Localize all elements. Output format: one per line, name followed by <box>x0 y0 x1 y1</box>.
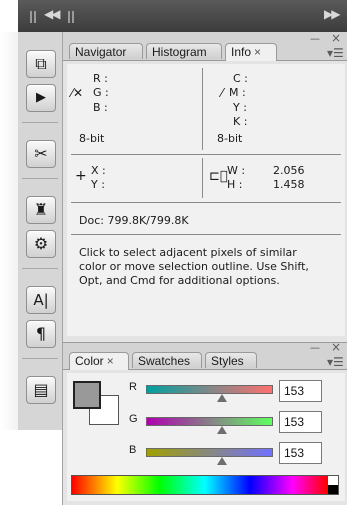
paragraph-button[interactable]: ¶ <box>26 320 56 348</box>
brushes-icon: ✂ <box>34 144 48 163</box>
tool-presets-icon: ⚙ <box>33 234 49 253</box>
info-panel-tabs: Navigator Histogram Info × –– × ▾☰ <box>63 31 347 61</box>
divider <box>71 234 341 235</box>
tab-label: Navigator <box>75 45 127 59</box>
g-label: G : <box>93 86 109 99</box>
tab-color[interactable]: Color × <box>69 352 129 370</box>
actions-play-icon: ▶ <box>36 90 46 105</box>
h-value: 1.458 <box>273 178 305 191</box>
channel-r-label: R <box>129 381 137 393</box>
y-coord-label: Y : <box>91 178 105 191</box>
divider <box>71 154 341 155</box>
g-slider-track[interactable] <box>146 417 273 426</box>
actions-button[interactable]: ▶ <box>26 84 56 112</box>
close-panel-icon[interactable]: × <box>331 340 341 354</box>
eyedropper-icon: ⁄✕ <box>71 86 84 100</box>
dock-edge <box>0 32 18 430</box>
notes-button[interactable]: ▤ <box>26 376 56 404</box>
r-slider-thumb[interactable] <box>217 394 228 402</box>
panel-menu-icon[interactable]: ▾☰ <box>327 355 344 369</box>
clone-source-button[interactable]: ♜ <box>26 196 56 224</box>
hint-line-2: color or move selection outline. Use Shi… <box>79 260 309 273</box>
selection-size-icon: ⊏⃞ <box>209 169 228 184</box>
tool-separator <box>22 268 58 269</box>
color-controls: R 153 G 153 B 153 <box>67 373 345 501</box>
r-value-input[interactable]: 153 <box>279 380 322 402</box>
character-button[interactable]: A| <box>26 286 56 314</box>
tab-label: Info <box>231 45 252 59</box>
foreground-color-swatch[interactable] <box>73 381 101 409</box>
brushes-button[interactable]: ✂ <box>26 140 56 168</box>
w-value: 2.056 <box>273 164 305 177</box>
doc-size: Doc: 799.8K/799.8K <box>79 214 189 227</box>
b-value-input[interactable]: 153 <box>279 442 322 464</box>
y-label: Y : <box>233 101 247 114</box>
cmyk-bit-depth: 8-bit <box>217 132 243 145</box>
tab-label: Color <box>75 354 104 368</box>
panel-icon-strip: ⧉ ▶ ✂ ♜ ⚙ A| ¶ ▤ <box>18 32 63 430</box>
rgb-bit-depth: 8-bit <box>79 132 105 145</box>
black-swatch[interactable] <box>328 485 338 494</box>
tab-label: Histogram <box>152 45 207 59</box>
c-label: C : <box>233 72 248 85</box>
channel-g-label: G <box>129 413 138 425</box>
layer-comps-button[interactable]: ⧉ <box>26 50 56 78</box>
g-value-input[interactable]: 153 <box>279 411 322 433</box>
tool-separator <box>22 358 58 359</box>
b-label: B : <box>93 101 108 114</box>
tool-separator <box>22 122 58 123</box>
expand-dock-icon[interactable]: ▶▶ <box>324 7 341 21</box>
divider <box>71 202 341 203</box>
b-slider-track[interactable] <box>146 448 273 457</box>
tab-label: Swatches <box>138 354 191 368</box>
h-label: H : <box>227 178 243 191</box>
crosshair-icon: + <box>75 168 87 184</box>
r-slider-track[interactable] <box>146 385 273 394</box>
tab-info[interactable]: Info × <box>225 43 277 61</box>
r-label: R : <box>93 72 108 85</box>
divider <box>202 68 203 150</box>
w-label: W : <box>227 164 246 177</box>
g-slider-thumb[interactable] <box>217 426 228 434</box>
grip-icon[interactable] <box>30 11 32 23</box>
hint-line-1: Click to select adjacent pixels of simil… <box>79 246 297 259</box>
x-label: X : <box>91 164 106 177</box>
character-icon: A| <box>33 291 49 309</box>
m-label: M : <box>229 86 246 99</box>
tab-label: Styles <box>211 354 244 368</box>
panel-dock-header[interactable]: ◀◀ ▶▶ <box>18 0 347 33</box>
collapse-panel-icon[interactable]: –– <box>310 341 320 354</box>
collapse-dock-icon[interactable]: ◀◀ <box>44 7 61 21</box>
tool-presets-button[interactable]: ⚙ <box>26 230 56 258</box>
tool-separator <box>22 178 58 179</box>
info-readout: R : G : B : ⁄✕ 8-bit C : ⁄ M : Y : K : 8… <box>67 64 345 336</box>
paragraph-icon: ¶ <box>35 324 47 343</box>
close-panel-icon[interactable]: × <box>331 31 341 45</box>
k-label: K : <box>233 115 248 128</box>
divider <box>202 158 203 198</box>
grip-icon[interactable] <box>68 11 70 23</box>
hint-line-3: Opt, and Cmd for additional options. <box>79 274 280 287</box>
info-panel: Navigator Histogram Info × –– × ▾☰ R : G … <box>62 31 347 342</box>
layer-comps-icon: ⧉ <box>35 54 47 73</box>
tab-navigator[interactable]: Navigator <box>69 43 143 59</box>
color-panel: Color × Swatches Styles –– × ▾☰ R 153 G 1… <box>62 340 347 505</box>
eyedropper-icon: ⁄ <box>221 86 224 100</box>
collapse-panel-icon[interactable]: –– <box>310 32 320 45</box>
panel-menu-icon[interactable]: ▾☰ <box>327 46 344 60</box>
channel-b-label: B <box>129 444 137 456</box>
tab-histogram[interactable]: Histogram <box>146 43 222 59</box>
tab-styles[interactable]: Styles <box>205 352 257 368</box>
tab-swatches[interactable]: Swatches <box>132 352 202 368</box>
color-panel-tabs: Color × Swatches Styles –– × ▾☰ <box>63 340 347 370</box>
white-swatch[interactable] <box>328 476 338 485</box>
close-tab-icon[interactable]: × <box>107 354 114 368</box>
notes-icon: ▤ <box>33 380 49 399</box>
close-tab-icon[interactable]: × <box>254 45 261 59</box>
color-spectrum-ramp[interactable] <box>71 475 339 495</box>
clone-source-icon: ♜ <box>33 200 49 219</box>
b-slider-thumb[interactable] <box>217 457 228 465</box>
